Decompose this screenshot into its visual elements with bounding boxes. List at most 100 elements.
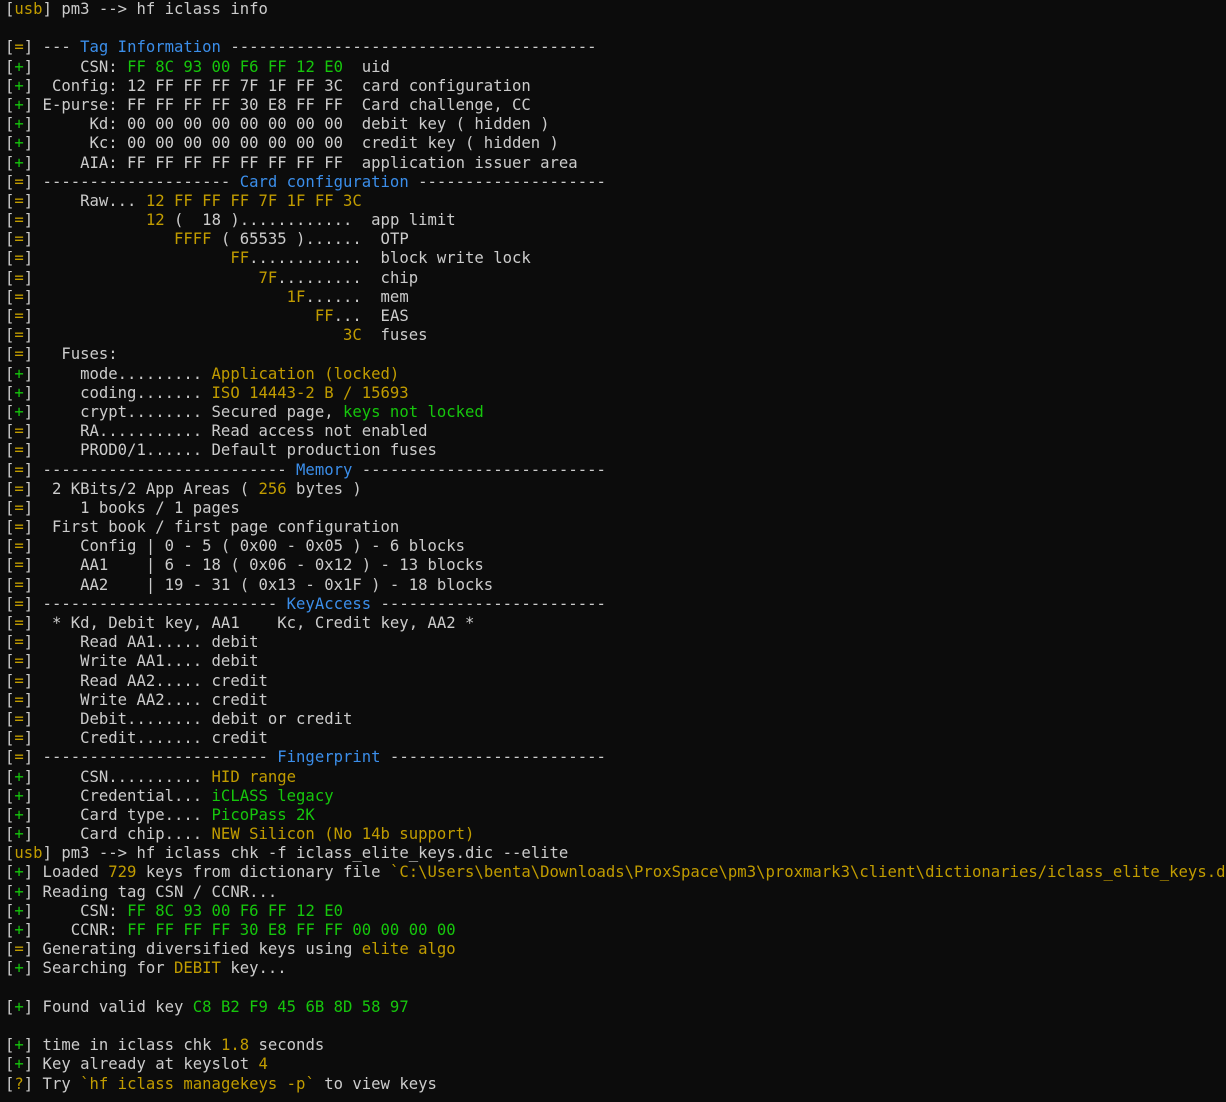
terminal-text-segment: + [14,1055,24,1074]
terminal-text-segment: = [14,287,24,306]
terminal-line: [+] Card chip.... NEW Silicon (No 14b su… [5,825,1226,844]
terminal-text-segment: = [14,345,24,364]
terminal-text-segment: [ [5,249,15,268]
terminal-text-segment: ] -------------------------- [23,460,297,479]
terminal-line: [+] Loaded 729 keys from dictionary file… [5,863,1226,882]
terminal-text-segment: FFFF [174,230,212,249]
terminal-line: [=] Debit........ debit or credit [5,710,1226,729]
terminal-text-segment: keys not locked [342,402,484,421]
terminal-line: [+] Key already at keyslot 4 [5,1055,1226,1074]
terminal-text-segment: ] Read AA1..... debit [23,633,259,652]
terminal-text-segment: 3C [342,326,362,345]
terminal-text-segment: [ [5,441,15,460]
terminal-output[interactable]: [usb] pm3 --> hf iclass info [=] --- Tag … [0,0,1226,1102]
terminal-line: [=] Write AA1.... debit [5,652,1226,671]
terminal-text-segment: ] * Kd, Debit key, AA1 Kc, Credit key, A… [23,614,475,632]
terminal-text-segment: NEW Silicon (No 14b support) [211,825,475,844]
terminal-text-segment: ] AIA: FF FF FF FF FF FF FF FF applicati… [23,153,578,172]
terminal-text-segment: [ [5,307,15,325]
terminal-text-segment: = [14,690,24,709]
terminal-text-segment: ] First book / first page configuration [23,518,400,537]
terminal-text-segment: = [14,172,24,191]
terminal-text-segment: = [14,268,24,287]
terminal-text-segment: = [14,479,24,498]
terminal-text-segment: [ [5,479,15,498]
terminal-text-segment: ] E-purse: FF FF FF FF 30 E8 FF FF Card … [23,95,531,114]
terminal-text-segment: + [14,153,24,172]
terminal-text-segment: [ [5,345,15,364]
terminal-text-segment: = [14,556,24,575]
terminal-text-segment: uid [343,57,390,76]
terminal-text-segment: [ [5,614,15,632]
terminal-line: [=] 7F......... chip [5,269,1226,288]
terminal-line: [+] CSN: FF 8C 93 00 F6 FF 12 E0 [5,902,1226,921]
terminal-text-segment: 1F [286,287,306,306]
terminal-text-segment: [ [5,76,15,95]
terminal-text-segment: ] Try [23,1074,81,1093]
terminal-text-segment: [ [5,153,15,172]
terminal-text-segment: FF 8C 93 00 F6 FF 12 E0 [127,57,343,76]
terminal-text-segment: [ [5,211,15,230]
terminal-text-segment: ] --- [23,38,81,57]
terminal-text-segment: ] Reading tag CSN / CCNR... [23,882,278,901]
terminal-text-segment: + [14,95,24,114]
terminal-text-segment: ] AA1 | 6 - 18 ( 0x06 - 0x12 ) - 13 bloc… [23,556,484,575]
terminal-line: [=] * Kd, Debit key, AA1 Kc, Credit key,… [5,614,1226,633]
terminal-text-segment: = [14,537,24,556]
terminal-text-segment: [ [5,594,15,613]
terminal-text-segment: [ [5,940,15,959]
terminal-text-segment: [ [5,748,15,767]
terminal-text-segment: [ [5,901,15,920]
terminal-line: [=] First book / first page configuratio… [5,518,1226,537]
terminal-line: [=] Credit....... credit [5,729,1226,748]
terminal-text-segment: = [14,211,24,230]
terminal-text-segment: ] Found valid key [23,997,193,1016]
terminal-text-segment: [ [5,230,15,249]
terminal-line: [+] Kc: 00 00 00 00 00 00 00 00 credit k… [5,134,1226,153]
terminal-text-segment: ......... chip [277,268,419,287]
terminal-line: [+] CSN.......... HID range [5,768,1226,787]
terminal-text-segment: 12 [145,211,165,230]
terminal-text-segment: [ [5,95,15,114]
terminal-text-segment: = [14,191,24,210]
terminal-line: [usb] pm3 --> hf iclass chk -f iclass_el… [5,844,1226,863]
terminal-text-segment: ( 18 )............ app limit [164,211,456,230]
terminal-line: [+] Found valid key C8 B2 F9 45 6B 8D 58… [5,998,1226,1017]
terminal-line: [=] ------------------------- KeyAccess … [5,595,1226,614]
terminal-text-segment: = [14,249,24,268]
terminal-text-segment: iCLASS legacy [211,786,334,805]
terminal-text-segment: ] RA........... Read access not enabled [23,422,428,441]
terminal-text-segment: [ [5,844,15,863]
terminal-text-segment: [ [5,786,15,805]
terminal-text-segment: = [14,633,24,652]
terminal-text-segment: [ [5,1036,15,1055]
terminal-text-segment: [ [5,997,15,1016]
terminal-text-segment: ] Fuses: [23,345,118,364]
terminal-text-segment: ] [23,268,259,287]
terminal-text-segment: = [14,230,24,249]
terminal-text-segment: ] CCNR: [23,921,128,939]
terminal-line: [+] E-purse: FF FF FF FF 30 E8 FF FF Car… [5,96,1226,115]
terminal-line: [+] mode......... Application (locked) [5,365,1226,384]
terminal-text-segment: [ [5,1055,15,1074]
terminal-text-segment: Application (locked) [211,364,400,383]
terminal-text-segment: KeyAccess [286,594,372,613]
terminal-text-segment: = [14,748,24,767]
terminal-text-segment: ] Credit....... credit [23,729,268,748]
terminal-text-segment: ] ------------------------- [23,594,287,613]
terminal-text-segment: + [14,402,24,421]
terminal-text-segment: = [14,729,24,748]
terminal-text-segment: -------------------- [408,172,606,191]
terminal-text-segment: ] Loaded [23,863,109,882]
terminal-text-segment: + [14,1036,24,1055]
terminal-text-segment: ] CSN: [23,901,128,920]
terminal-text-segment: ( 65535 )...... OTP [211,230,409,249]
terminal-text-segment: [ [5,268,15,287]
terminal-text-segment: + [14,76,24,95]
terminal-line: [=] Raw... 12 FF FF FF 7F 1F FF 3C [5,192,1226,211]
terminal-line: [=] 3C fuses [5,326,1226,345]
terminal-text-segment: --------------------------------------- [220,38,597,57]
terminal-text-segment: + [14,882,24,901]
